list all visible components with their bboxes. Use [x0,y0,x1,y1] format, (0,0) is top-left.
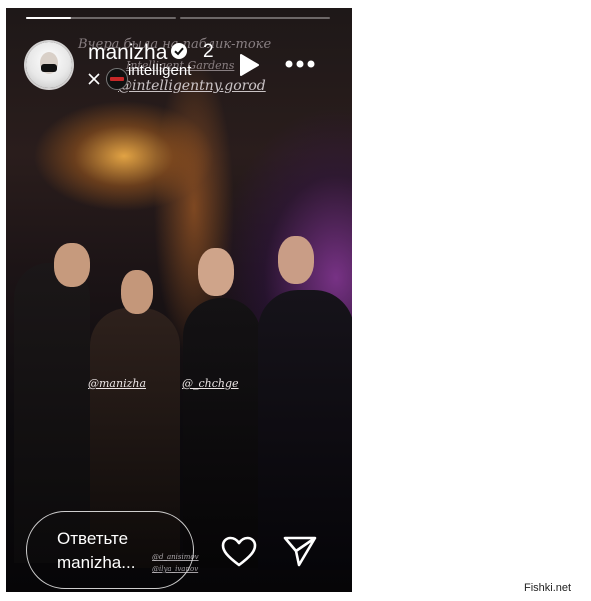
bottom-tag-2[interactable]: @ilya_ivanov [152,565,198,573]
caption-line-3[interactable]: @intelligentny.gorod [118,78,266,94]
verified-badge-icon [171,43,187,59]
send-icon[interactable] [282,534,318,568]
reply-input[interactable]: Ответьте manizha... [26,511,194,589]
story-progress-1 [26,17,176,19]
story-count: 2 [203,41,214,62]
story-progress-2 [180,17,330,19]
mention-tag-1[interactable]: @manizha [88,377,146,390]
music-artist-avatar[interactable] [106,68,128,90]
story-viewer[interactable]: Вчера была на паблик-токе Intelligent Ga… [6,8,352,592]
bottom-tag-1[interactable]: @d_anisimov [152,553,199,561]
music-icon [88,73,100,85]
more-icon[interactable] [284,59,316,69]
watermark: Fishki.net [524,582,572,594]
reply-placeholder-line-1: Ответьте [57,529,129,548]
play-icon[interactable] [238,53,260,77]
heart-icon[interactable] [221,536,257,568]
mention-tag-2[interactable]: @_chchge [182,377,239,390]
music-artist-label[interactable]: intelligent [128,62,191,79]
avatar[interactable] [26,42,72,88]
